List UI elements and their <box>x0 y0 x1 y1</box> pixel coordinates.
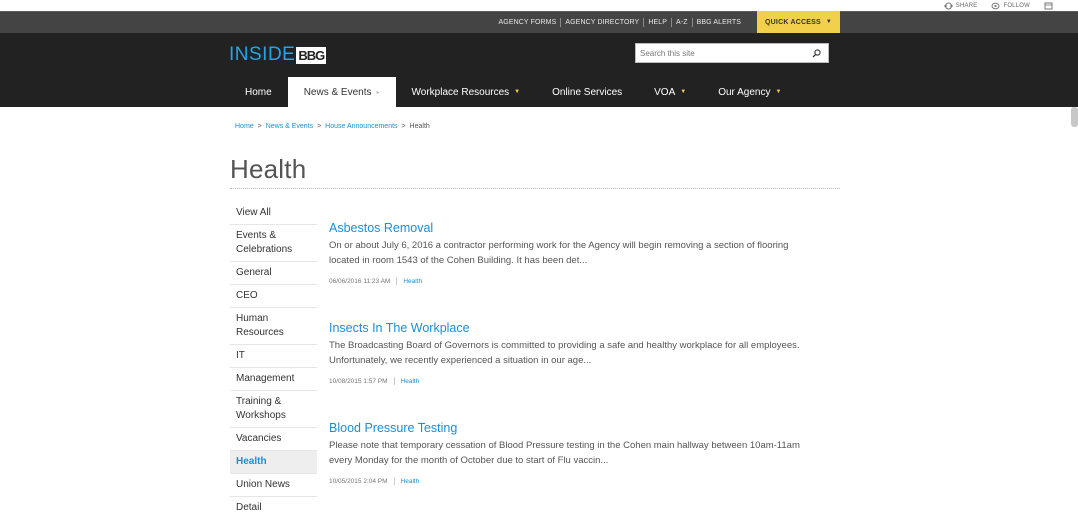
sidebar-item-ceo[interactable]: CEO <box>230 285 317 308</box>
article-category-link[interactable]: Health <box>401 478 420 485</box>
breadcrumb-separator: > <box>257 123 262 130</box>
sidebar-item-union-news[interactable]: Union News <box>230 474 317 497</box>
search-input[interactable] <box>636 48 806 58</box>
caret-down-icon: ▼ <box>825 19 832 25</box>
a-z-link[interactable]: A-Z <box>672 19 692 26</box>
agency-directory-link[interactable]: AGENCY DIRECTORY <box>561 19 643 26</box>
share-icon <box>944 2 953 9</box>
nav-label: News & Events <box>303 86 372 98</box>
article-meta: 10/08/2015 1:57 PM Health <box>329 377 819 385</box>
breadcrumb: Home > News & Events > House Announcemen… <box>235 123 430 130</box>
list-item: Insects In The Workplace The Broadcastin… <box>329 320 819 420</box>
nav-label: Home <box>245 86 272 98</box>
article-date: 06/06/2016 11:23 AM <box>329 277 391 285</box>
agency-forms-link[interactable]: AGENCY FORMS <box>495 19 561 26</box>
list-item: Asbestos Removal On or about July 6, 201… <box>329 220 819 320</box>
follow-button[interactable]: FOLLOW <box>991 2 1030 10</box>
nav-items: Home News & Events ▸ Workplace Resources… <box>229 77 797 107</box>
chevron-right-icon: ▸ <box>376 89 380 96</box>
nav-item-news-events[interactable]: News & Events ▸ <box>287 77 396 107</box>
article-meta: 06/06/2016 11:23 AM Health <box>329 277 819 285</box>
article-summary: On or about July 6, 2016 a contractor pe… <box>329 240 789 266</box>
sidebar-item-detail-opportunities[interactable]: Detail Opportunities <box>230 497 317 516</box>
utility-links: AGENCY FORMS AGENCY DIRECTORY HELP A-Z B… <box>495 12 746 33</box>
site-logo[interactable]: INSIDE BBG <box>229 44 327 66</box>
list-item: Blood Pressure Testing Please note that … <box>329 420 819 516</box>
page: SHARE FOLLOW AGENCY FORMS AGENCY DIRECTO… <box>0 0 1078 516</box>
nav-item-online-services[interactable]: Online Services <box>536 77 638 107</box>
sidebar-item-vacancies[interactable]: Vacancies <box>230 428 317 451</box>
logo-text: INSIDE <box>229 44 296 65</box>
scrollbar-thumb[interactable] <box>1071 107 1078 127</box>
article-title-link[interactable]: Asbestos Removal <box>329 220 819 236</box>
breadcrumb-separator: > <box>401 123 406 130</box>
divider <box>396 277 398 285</box>
article-meta: 10/05/2015 2:04 PM Health <box>329 477 819 485</box>
main-nav: Home News & Events ▸ Workplace Resources… <box>0 77 1078 107</box>
bbg-alerts-link[interactable]: BBG ALERTS <box>693 19 745 26</box>
divider <box>393 377 395 385</box>
focus-content-button[interactable] <box>1044 2 1056 10</box>
site-header: INSIDE BBG <box>0 33 1078 77</box>
nav-label: Online Services <box>552 86 623 98</box>
follow-icon <box>991 2 1000 9</box>
sidebar-item-management[interactable]: Management <box>230 368 317 391</box>
share-button[interactable]: SHARE <box>944 2 978 10</box>
search-icon <box>812 48 821 57</box>
page-title: Health <box>230 154 307 184</box>
nav-label: Our Agency <box>718 86 771 98</box>
nav-label: VOA <box>654 86 676 98</box>
nav-item-our-agency[interactable]: Our Agency ▼ <box>702 77 797 107</box>
search-button[interactable] <box>806 44 826 62</box>
nav-item-workplace-resources[interactable]: Workplace Resources ▼ <box>396 77 537 107</box>
sidebar-item-human-resources[interactable]: Human Resources <box>230 308 317 345</box>
sidebar-item-health[interactable]: Health <box>230 451 317 474</box>
sidebar-item-general[interactable]: General <box>230 262 317 285</box>
quick-access-button[interactable]: QUICK ACCESS ▼ <box>757 11 840 33</box>
title-divider <box>230 188 840 189</box>
article-category-link[interactable]: Health <box>403 278 422 285</box>
article-title-link[interactable]: Insects In The Workplace <box>329 320 819 336</box>
breadcrumb-separator: > <box>317 123 322 130</box>
help-link[interactable]: HELP <box>644 19 671 26</box>
caret-down-icon: ▼ <box>775 89 782 95</box>
article-summary: Please note that temporary cessation of … <box>329 440 800 466</box>
share-label: SHARE <box>955 2 978 9</box>
divider <box>393 477 395 485</box>
article-category-link[interactable]: Health <box>401 378 420 385</box>
utility-bar: AGENCY FORMS AGENCY DIRECTORY HELP A-Z B… <box>0 11 1078 33</box>
sidebar-item-view-all[interactable]: View All <box>230 202 317 225</box>
article-date: 10/08/2015 1:57 PM <box>329 377 388 385</box>
nav-item-home[interactable]: Home <box>229 77 288 107</box>
quick-access-label: QUICK ACCESS <box>765 18 821 26</box>
article-title-link[interactable]: Blood Pressure Testing <box>329 420 819 436</box>
breadcrumb-news-events[interactable]: News & Events <box>266 123 313 130</box>
caret-down-icon: ▼ <box>680 89 687 95</box>
logo-mark: BBG <box>296 46 327 64</box>
article-summary: The Broadcasting Board of Governors is c… <box>329 340 800 366</box>
nav-item-voa[interactable]: VOA ▼ <box>638 77 702 107</box>
caret-down-icon: ▼ <box>514 89 521 95</box>
article-list: Asbestos Removal On or about July 6, 201… <box>329 220 819 516</box>
category-sidebar: View All Events & Celebrations General C… <box>230 202 317 516</box>
follow-label: FOLLOW <box>1003 2 1030 9</box>
breadcrumb-house-announcements[interactable]: House Announcements <box>325 123 397 130</box>
focus-icon <box>1044 2 1053 9</box>
breadcrumb-home[interactable]: Home <box>235 123 254 130</box>
suite-bar: SHARE FOLLOW <box>0 0 1078 11</box>
sidebar-item-it[interactable]: IT <box>230 345 317 368</box>
search-box <box>635 43 829 63</box>
sidebar-item-training-workshops[interactable]: Training & Workshops <box>230 391 317 428</box>
nav-label: Workplace Resources <box>411 86 510 98</box>
article-date: 10/05/2015 2:04 PM <box>329 477 388 485</box>
breadcrumb-current: Health <box>409 123 430 130</box>
sidebar-item-events-celebrations[interactable]: Events & Celebrations <box>230 225 317 262</box>
